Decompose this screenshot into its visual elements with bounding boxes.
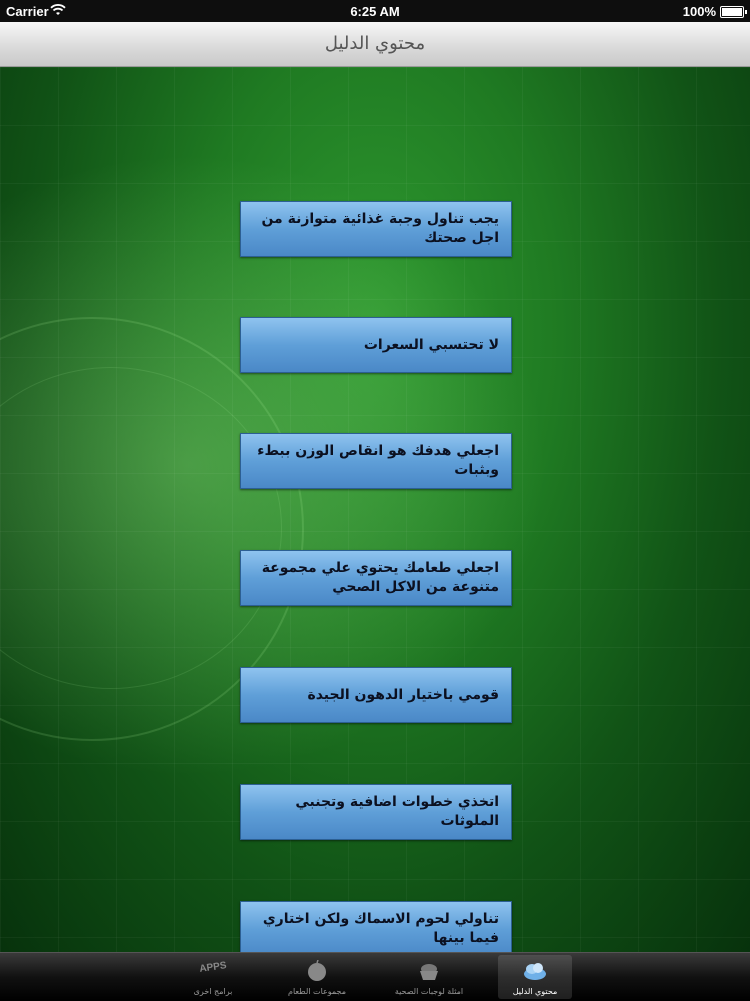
battery-icon	[720, 6, 747, 18]
tab-label: امثلة لوجبات الصحية	[394, 987, 464, 996]
guide-content-area[interactable]: يجب تناول وجبة غذائية متوازنة من اجل صحت…	[0, 67, 750, 952]
page-title: محتوي الدليل	[324, 33, 426, 54]
tab-label: برامج اخرى	[193, 987, 233, 996]
basket-icon	[417, 960, 441, 982]
apps-icon: APPS	[198, 960, 228, 975]
apple-icon	[305, 959, 329, 982]
tab-food-groups[interactable]: مجموعات الطعام	[280, 955, 354, 999]
tab-healthy-meals[interactable]: امثلة لوجبات الصحية	[392, 955, 466, 999]
navigation-bar: محتوي الدليل	[0, 22, 750, 67]
clock: 6:25 AM	[350, 4, 400, 19]
cloud-icon	[523, 960, 547, 982]
tab-label: مجموعات الطعام	[288, 987, 346, 996]
guide-item-button[interactable]: يجب تناول وجبة غذائية متوازنة من اجل صحت…	[240, 201, 512, 257]
guide-item-button[interactable]: اجعلي هدفك هو انقاص الوزن ببطء وبثبات	[240, 433, 512, 489]
tab-label: محتوي الدليل	[512, 987, 558, 996]
battery-percentage: 100%	[682, 4, 716, 19]
guide-item-button[interactable]: قومي باختيار الدهون الجيدة	[240, 667, 512, 723]
tab-bar: محتوي الدليل امثلة لوجبات الصحية مجموعات…	[0, 952, 750, 1001]
guide-item-button[interactable]: لا تحتسبي السعرات	[240, 317, 512, 373]
guide-item-button[interactable]: اجعلي طعامك يحتوي علي مجموعة متنوعة من ا…	[240, 550, 512, 606]
tab-other-apps[interactable]: APPS برامج اخرى	[176, 955, 250, 999]
guide-item-button[interactable]: تناولي لحوم الاسماك ولكن اختاري فيما بين…	[240, 901, 512, 952]
status-bar: Carrier 6:25 AM 100%	[0, 0, 750, 22]
guide-item-button[interactable]: اتخذي خطوات اضافية وتجنبي الملوثات	[240, 784, 512, 840]
tab-guide-content[interactable]: محتوي الدليل	[498, 955, 572, 999]
